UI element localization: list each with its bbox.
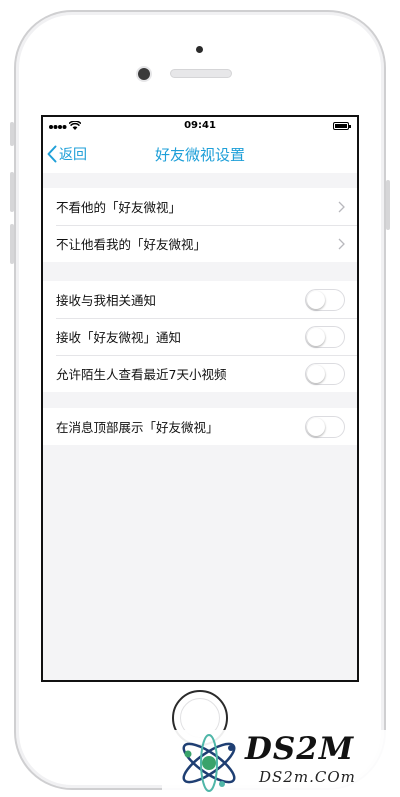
settings-group-privacy: 不看他的「好友微视」 不让他看我的「好友微视」 [43, 188, 357, 262]
chevron-right-icon [338, 201, 345, 212]
setting-row-related-notifications: 接收与我相关通知 [43, 281, 357, 318]
screen: 09:41 返回 好友微视设置 不看他的「好友微视」 不让他看我的「好友微视」 … [41, 115, 359, 682]
chevron-right-icon [338, 238, 345, 249]
stranger-view-toggle[interactable] [305, 362, 345, 385]
setting-row-weishi-notifications: 接收「好友微视」通知 [43, 318, 357, 355]
settings-group-notifications: 接收与我相关通知 接收「好友微视」通知 允许陌生人查看最近7天小视频 [43, 281, 357, 392]
mute-switch [10, 122, 14, 146]
power-button [386, 180, 390, 230]
setting-label: 在消息顶部展示「好友微视」 [56, 420, 219, 435]
setting-label: 不让他看我的「好友微视」 [56, 237, 207, 252]
setting-label: 不看他的「好友微视」 [56, 200, 182, 215]
front-camera [138, 68, 150, 80]
related-notifications-toggle[interactable] [305, 288, 345, 311]
battery-icon [333, 122, 351, 130]
setting-row-show-on-top: 在消息顶部展示「好友微视」 [43, 408, 357, 445]
toggle-knob [307, 417, 325, 436]
weishi-notifications-toggle[interactable] [305, 325, 345, 348]
setting-row-hide-my-posts[interactable]: 不让他看我的「好友微视」 [43, 225, 357, 262]
toggle-knob [307, 364, 325, 383]
status-time: 09:41 [184, 120, 216, 131]
proximity-sensor [196, 46, 203, 53]
volume-down-button [10, 224, 14, 264]
setting-label: 接收「好友微视」通知 [56, 330, 182, 345]
toggle-knob [307, 290, 325, 309]
setting-row-stranger-view: 允许陌生人查看最近7天小视频 [43, 355, 357, 392]
watermark-brand: DS2M [245, 731, 355, 767]
page-title: 好友微视设置 [154, 146, 245, 164]
earpiece-speaker [170, 69, 232, 78]
setting-label: 接收与我相关通知 [56, 293, 157, 308]
setting-label: 允许陌生人查看最近7天小视频 [56, 367, 227, 382]
setting-row-hide-his-posts[interactable]: 不看他的「好友微视」 [43, 188, 357, 225]
navigation-bar: 返回 好友微视设置 [43, 137, 357, 173]
show-on-top-toggle[interactable] [305, 415, 345, 438]
volume-up-button [10, 172, 14, 212]
watermark-domain: DS2m.COm [259, 768, 356, 786]
atom-logo-icon [182, 734, 236, 792]
status-bar: 09:41 [43, 117, 357, 137]
toggle-knob [307, 327, 325, 346]
settings-group-display: 在消息顶部展示「好友微视」 [43, 408, 357, 445]
